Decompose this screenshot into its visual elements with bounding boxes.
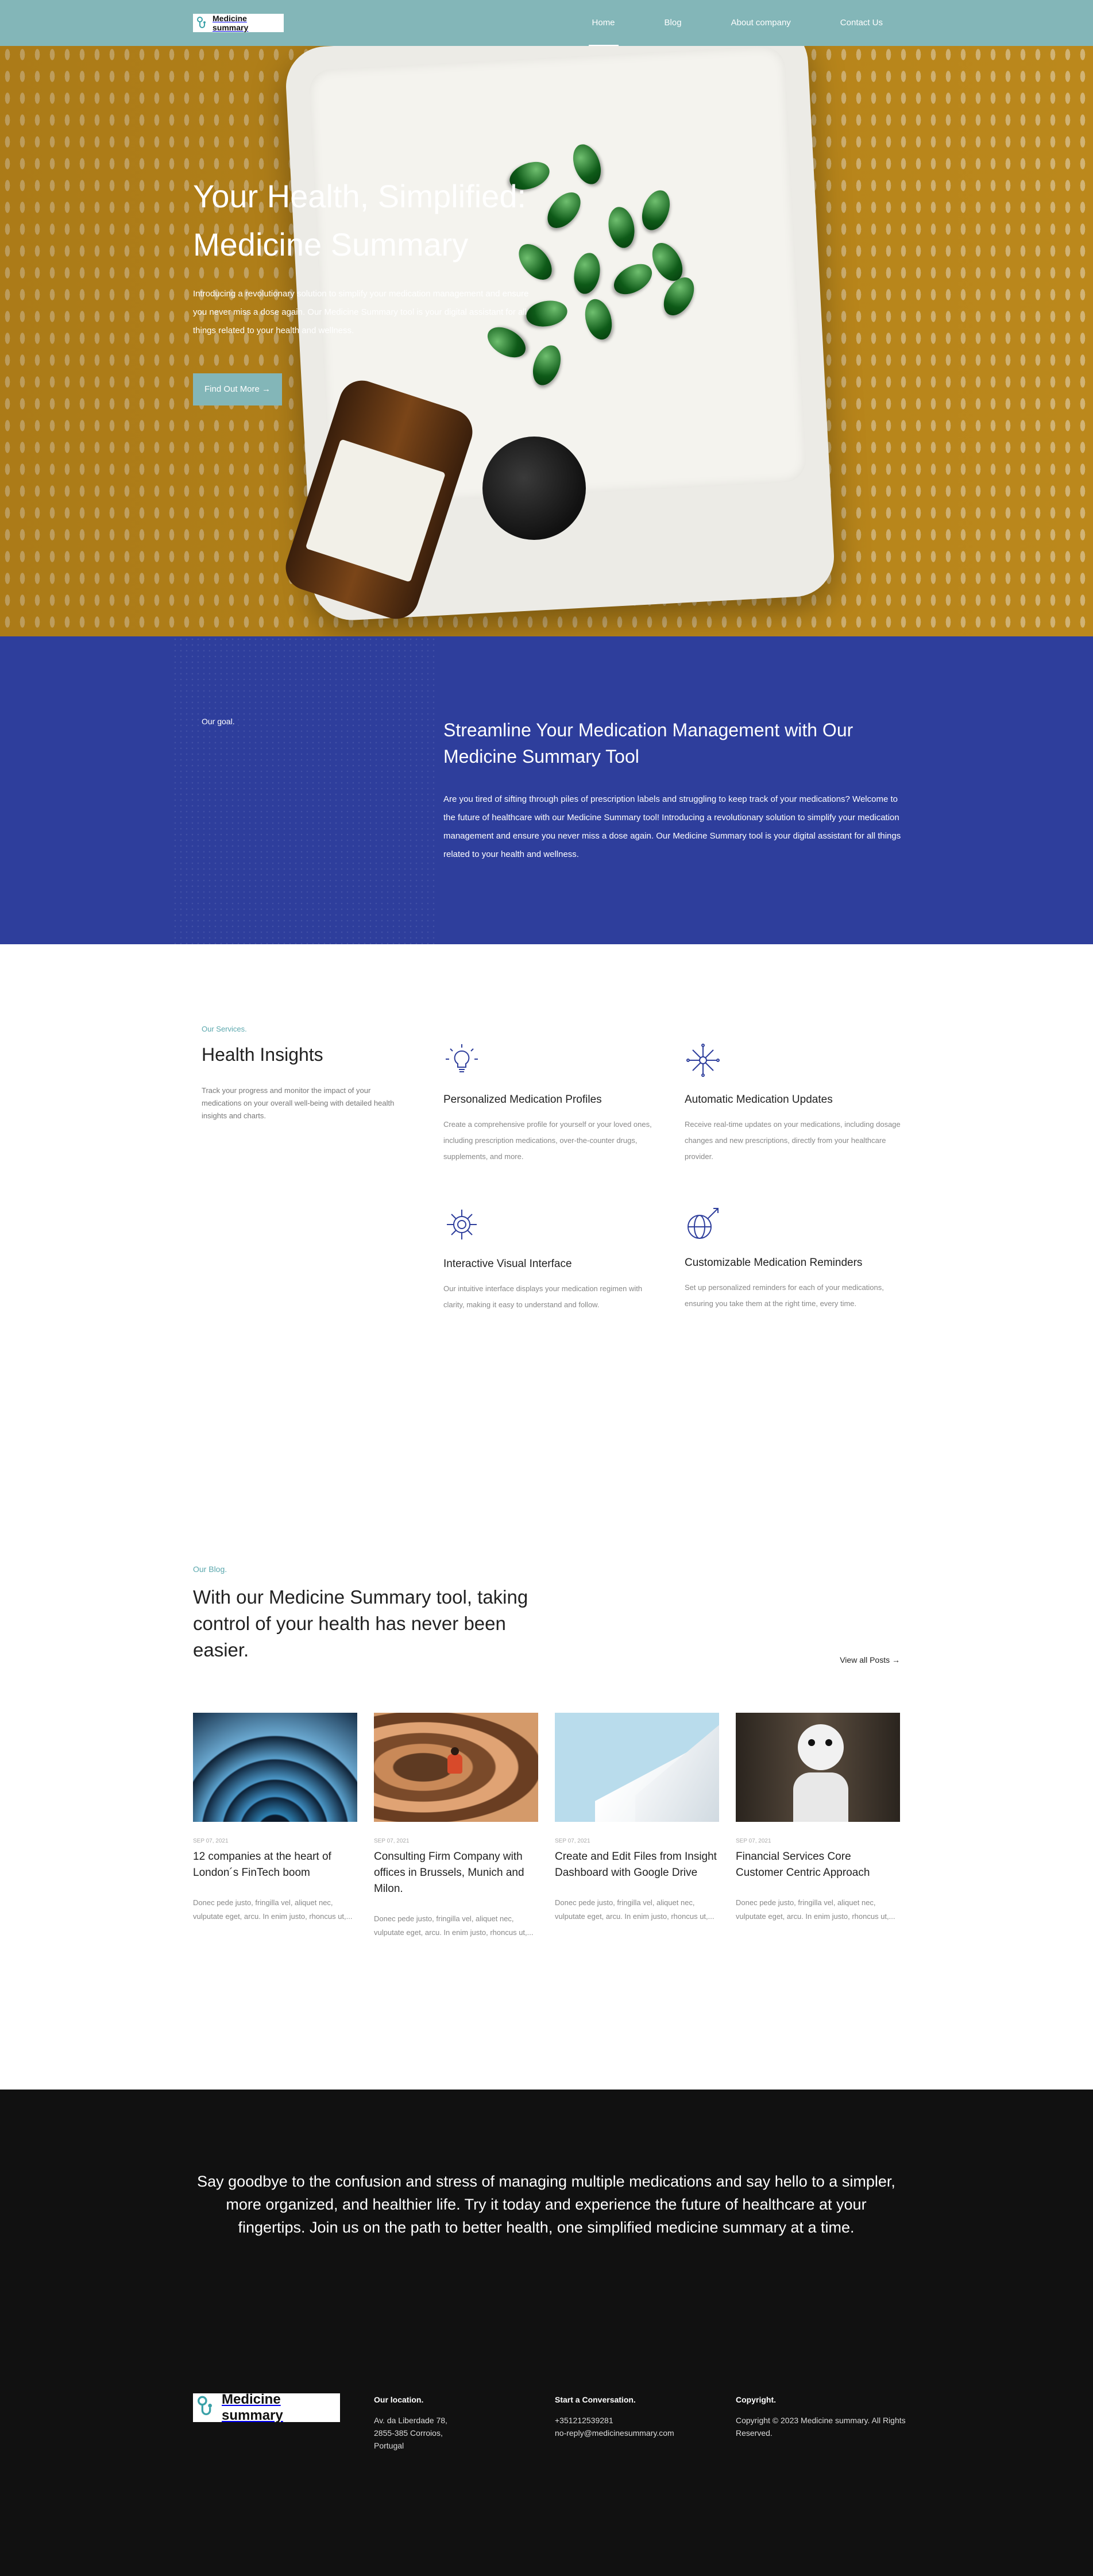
services-eyebrow: Our Services.	[202, 1025, 247, 1033]
footer-location-title: Our location.	[374, 2395, 424, 2404]
main-menu: Home Blog About company Contact Us	[543, 0, 883, 46]
service-description: Receive real-time updates on your medica…	[685, 1120, 901, 1161]
post-date: SEP 07, 2021	[193, 1838, 229, 1844]
service-card: Interactive Visual Interface Our intuiti…	[443, 1206, 662, 1313]
service-description: Create a comprehensive profile for yours…	[443, 1120, 652, 1161]
post-date: SEP 07, 2021	[374, 1838, 410, 1844]
services-title: Health Insights	[202, 1044, 323, 1065]
nav-contact-us[interactable]: Contact Us	[840, 0, 883, 46]
hero-description: Introducing a revolutionary solution to …	[193, 289, 529, 335]
lightbulb-icon	[443, 1042, 480, 1079]
find-out-more-button[interactable]: Find Out More →	[193, 373, 283, 405]
blog-title: With our Medicine Summary tool, taking c…	[193, 1586, 528, 1660]
footer-contact-title: Start a Conversation.	[555, 2395, 636, 2404]
post-title[interactable]: 12 companies at the heart of London´s Fi…	[193, 1849, 357, 1881]
blog-card[interactable]: SEP 07, 2021 12 companies at the heart o…	[193, 1713, 357, 1924]
nav-blog[interactable]: Blog	[665, 0, 682, 46]
hero-title: Your Health, Simplified: Medicine Summar…	[193, 178, 527, 262]
blog-card[interactable]: SEP 07, 2021 Consulting Firm Company wit…	[374, 1713, 538, 1940]
post-title[interactable]: Consulting Firm Company with offices in …	[374, 1849, 538, 1897]
blog-section: Our Blog. With our Medicine Summary tool…	[0, 1467, 1093, 2090]
brand-logo[interactable]: Medicine summary	[193, 14, 284, 32]
network-icon	[685, 1042, 721, 1079]
virus-icon	[443, 1206, 480, 1243]
address-line: 2855-385 Corroios,	[374, 2428, 443, 2438]
hero-content: Your Health, Simplified: Medicine Summar…	[193, 172, 538, 405]
footer-copyright: Copyright. Copyright © 2023 Medicine sum…	[736, 2393, 908, 2439]
goal-title: Streamline Your Medication Management wi…	[443, 720, 853, 767]
blog-card[interactable]: SEP 07, 2021 Financial Services Core Cus…	[736, 1713, 900, 1924]
closing-statement-section: Say goodbye to the confusion and stress …	[0, 2090, 1093, 2365]
service-card: Automatic Medication Updates Receive rea…	[685, 1042, 903, 1165]
address-line: Portugal	[374, 2441, 404, 2450]
post-title[interactable]: Create and Edit Files from Insight Dashb…	[555, 1849, 719, 1881]
post-thumbnail[interactable]	[193, 1713, 357, 1822]
post-excerpt: Donec pede justo, fringilla vel, aliquet…	[555, 1898, 714, 1921]
post-excerpt: Donec pede justo, fringilla vel, aliquet…	[736, 1898, 895, 1921]
post-thumbnail[interactable]	[555, 1713, 719, 1822]
phone-link[interactable]: +351212539281	[555, 2414, 721, 2427]
post-excerpt: Donec pede justo, fringilla vel, aliquet…	[374, 1914, 534, 1937]
address-line: Av. da Liberdade 78,	[374, 2416, 447, 2425]
post-title[interactable]: Financial Services Core Customer Centric…	[736, 1849, 900, 1881]
services-intro: Track your progress and monitor the impa…	[202, 1086, 395, 1120]
hero-section: Your Health, Simplified: Medicine Summar…	[0, 0, 1093, 636]
footer-copyright-title: Copyright.	[736, 2395, 776, 2404]
hero-bottle-cap-image	[482, 437, 586, 540]
service-title: Customizable Medication Reminders	[685, 1257, 863, 1269]
service-title: Interactive Visual Interface	[443, 1258, 572, 1270]
top-navigation: Medicine summary Home Blog About company…	[0, 0, 1093, 46]
dot-pattern	[172, 636, 437, 944]
brand-name: Medicine summary	[213, 14, 249, 32]
service-title: Personalized Medication Profiles	[443, 1094, 602, 1106]
blog-eyebrow: Our Blog.	[193, 1565, 227, 1574]
post-date: SEP 07, 2021	[555, 1838, 590, 1844]
stethoscope-logo-icon	[196, 16, 208, 30]
service-title: Automatic Medication Updates	[685, 1094, 833, 1106]
footer-brand-logo[interactable]: Medicine summary	[193, 2392, 340, 2423]
closing-statement: Say goodbye to the confusion and stress …	[197, 2173, 895, 2236]
blog-card[interactable]: SEP 07, 2021 Create and Edit Files from …	[555, 1713, 719, 1924]
view-all-posts-link[interactable]: View all Posts →	[840, 1655, 900, 1664]
post-thumbnail[interactable]	[374, 1713, 538, 1822]
copyright-text: Copyright © 2023 Medicine summary. All R…	[736, 2416, 906, 2438]
stethoscope-logo-icon	[196, 2395, 216, 2421]
footer: Medicine summary Our location. Av. da Li…	[0, 2365, 1093, 2576]
goal-description: Are you tired of sifting through piles o…	[443, 794, 901, 859]
services-section: Our Services. Health Insights Track your…	[0, 944, 1093, 1467]
nav-about-company[interactable]: About company	[731, 0, 791, 46]
service-card: Personalized Medication Profiles Create …	[443, 1042, 662, 1165]
post-thumbnail[interactable]	[736, 1713, 900, 1822]
post-date: SEP 07, 2021	[736, 1838, 771, 1844]
goal-label: Our goal.	[202, 717, 235, 726]
nav-home[interactable]: Home	[588, 0, 619, 46]
goal-section: Our goal. Streamline Your Medication Man…	[0, 636, 1093, 944]
post-excerpt: Donec pede justo, fringilla vel, aliquet…	[193, 1898, 353, 1921]
globe-rocket-icon	[685, 1205, 721, 1242]
service-description: Our intuitive interface displays your me…	[443, 1284, 643, 1309]
footer-brand-name: Medicine summary	[222, 2392, 283, 2423]
footer-contact: Start a Conversation. +351212539281 no-r…	[555, 2393, 721, 2439]
footer-location: Our location. Av. da Liberdade 78, 2855-…	[374, 2393, 540, 2452]
service-description: Set up personalized reminders for each o…	[685, 1283, 884, 1308]
service-card: Customizable Medication Reminders Set up…	[685, 1205, 903, 1312]
email-link[interactable]: no-reply@medicinesummary.com	[555, 2427, 721, 2439]
